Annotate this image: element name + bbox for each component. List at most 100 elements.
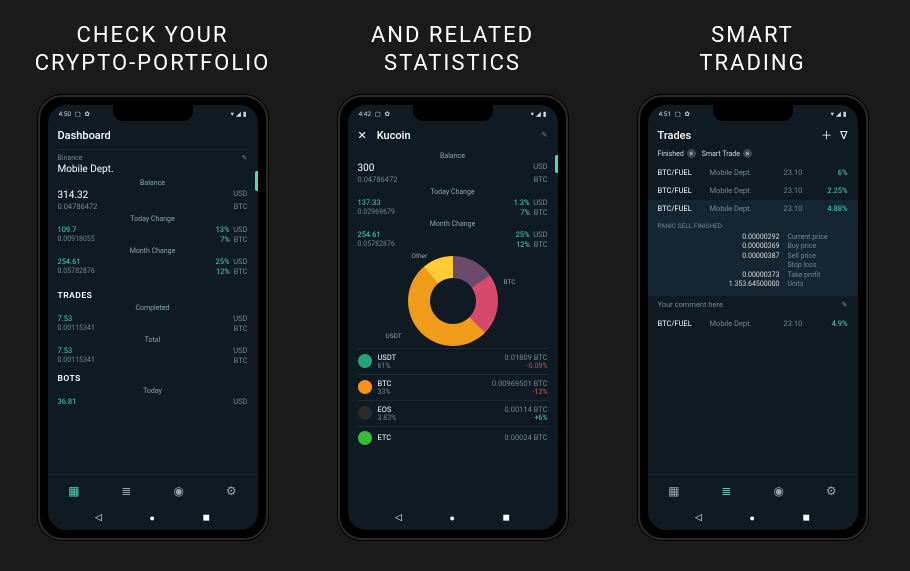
nav-dashboard-icon[interactable]: ▦ — [667, 484, 681, 498]
detail-value: 0.00000292 — [710, 233, 780, 242]
battery-icon: ▮ — [843, 110, 847, 118]
trade-pair: BTC/FUEL — [658, 186, 710, 195]
trade-date: 23.10 — [784, 186, 814, 195]
coin-share: 33% — [378, 388, 492, 396]
coin-row[interactable]: USDT61% 0.01809 BTC-0.09% — [358, 348, 548, 374]
coin-value: 0.00114 BTC — [505, 405, 548, 414]
title-bar: ✕ Kucoin ✎ — [348, 121, 558, 149]
chip-finished[interactable]: Finished× — [658, 149, 696, 158]
recents-icon[interactable]: ◼ — [802, 513, 809, 523]
wifi-icon: ▾ — [831, 110, 834, 118]
settings-status-icon: ✿ — [84, 110, 89, 118]
balance-header: Balance — [58, 179, 248, 187]
caption-2: AND RELATED STATISTICS — [371, 22, 534, 77]
trade-row[interactable]: BTC/FUEL Mobile Dept. 23.10 4.9% — [658, 315, 848, 333]
recents-icon[interactable]: ◼ — [502, 513, 509, 523]
signal-icon: ◢ — [836, 110, 841, 118]
trade-pct: 4.9% — [814, 319, 848, 328]
home-icon[interactable]: ● — [149, 513, 154, 524]
bots-today-header: Today — [58, 387, 248, 395]
stats-content[interactable]: Balance 300USD 0.04786472BTC Today Chang… — [348, 149, 558, 506]
edit-icon[interactable]: ✎ — [841, 300, 847, 309]
trade-date: 23.10 — [784, 168, 814, 177]
close-icon[interactable]: ✕ — [358, 129, 367, 142]
phone-frame-3: 4:51 ▢ ✿ ▾◢▮ Trades ＋ ∇ Finished× Smart … — [638, 95, 868, 540]
nav-bot-icon[interactable]: ◉ — [772, 484, 786, 498]
coin-row[interactable]: EOS3.83% 0.00114 BTC+6% — [358, 400, 548, 426]
add-icon[interactable]: ＋ — [821, 127, 832, 143]
today-usd: 109.7 — [58, 225, 77, 235]
back-icon[interactable]: ◁ — [395, 513, 402, 523]
balance-btc: 0.04786472 — [58, 202, 98, 212]
coin-value: 0.00969501 BTC — [492, 379, 548, 388]
edit-icon[interactable]: ✎ — [242, 154, 248, 163]
trade-account: Mobile Dept. — [710, 319, 784, 328]
coin-icon — [358, 406, 372, 420]
nav-dashboard-icon[interactable]: ▦ — [67, 484, 81, 498]
wifi-icon: ▾ — [231, 110, 234, 118]
coin-icon — [358, 380, 372, 394]
btc-label: BTC — [234, 202, 248, 212]
usd-lbl5: USD — [233, 346, 247, 356]
coin-row[interactable]: BTC33% 0.00969501 BTC-12% — [358, 374, 548, 400]
signal-icon: ◢ — [536, 110, 541, 118]
cast-icon: ▢ — [675, 110, 681, 118]
detail-value: 0.00000373 — [710, 271, 780, 280]
usd-lbl: USD — [533, 162, 547, 175]
back-icon[interactable]: ◁ — [695, 513, 702, 523]
nav-list-icon[interactable]: ≣ — [119, 484, 133, 498]
month-btc: 0.05782876 — [58, 267, 95, 277]
chip-close-icon[interactable]: × — [687, 149, 696, 158]
nav-list-icon[interactable]: ≣ — [719, 484, 733, 498]
comment-row[interactable]: Your comment here ✎ — [658, 296, 848, 315]
home-icon[interactable]: ● — [749, 513, 754, 524]
trade-row[interactable]: BTC/FUEL Mobile Dept. 23.10 4.88% — [648, 200, 858, 218]
android-nav: ◁ ● ◼ — [348, 506, 558, 530]
usd-lbl3: USD — [233, 257, 247, 266]
trades-content[interactable]: Finished× Smart Trade× BTC/FUEL Mobile D… — [648, 149, 858, 474]
title-bar: Trades ＋ ∇ — [648, 121, 858, 149]
chip-close-icon[interactable]: × — [743, 149, 752, 158]
home-icon[interactable]: ● — [449, 513, 454, 524]
promo-panel-2: AND RELATED STATISTICS 4:42 ▢ ✿ ▾◢▮ ✕ Ku… — [330, 0, 575, 571]
battery-icon: ▮ — [243, 110, 247, 118]
wifi-icon: ▾ — [531, 110, 534, 118]
month-change-header: Month Change — [58, 247, 248, 255]
notch — [413, 105, 493, 121]
edit-icon[interactable]: ✎ — [542, 131, 548, 139]
donut-label-btc: BTC — [504, 278, 516, 286]
promo-panel-1: CHECK YOUR CRYPTO-PORTFOLIO 4:50 ▢ ✿ ▾◢▮… — [30, 0, 275, 571]
filter-chips: Finished× Smart Trade× — [658, 149, 848, 158]
usd-lbl3: USD — [533, 230, 547, 239]
filter-icon[interactable]: ∇ — [840, 129, 847, 142]
allocation-donut: Other BTC USDT — [408, 256, 498, 346]
promo-panel-3: SMART TRADING 4:51 ▢ ✿ ▾◢▮ Trades ＋ ∇ Fi… — [630, 0, 875, 571]
accent-indicator — [555, 155, 558, 173]
android-nav: ◁ ● ◼ — [648, 506, 858, 530]
detail-value: 0.00000387 — [710, 252, 780, 261]
today-usd: 137.33 — [358, 198, 381, 208]
coin-share: 3.83% — [378, 414, 505, 422]
bottom-nav: ▦ ≣ ◉ ⚙ — [648, 474, 858, 506]
today-usd-pct: 13% — [216, 225, 230, 234]
status-time: 4:42 — [359, 110, 372, 118]
trade-row[interactable]: BTC/FUEL Mobile Dept. 23.10 6% — [658, 164, 848, 182]
balance-btc: 0.04786472 — [358, 175, 398, 185]
account-card[interactable]: Binance ✎ Mobile Dept. Balance 314.32USD… — [58, 149, 248, 283]
coin-symbol: EOS — [378, 405, 505, 414]
bots-usd: 36.81 — [58, 397, 77, 407]
chip-smart-trade[interactable]: Smart Trade× — [702, 149, 752, 158]
nav-settings-icon[interactable]: ⚙ — [224, 484, 238, 498]
coin-row[interactable]: ETC 0.00024 BTC — [358, 426, 548, 449]
chip-smart-label: Smart Trade — [702, 150, 740, 158]
comment-placeholder: Your comment here — [658, 300, 723, 309]
detail-label: Buy price — [788, 242, 848, 251]
caption-3-line2: TRADING — [699, 50, 805, 78]
recents-icon[interactable]: ◼ — [202, 513, 209, 523]
settings-status-icon: ✿ — [684, 110, 689, 118]
dashboard-content[interactable]: Binance ✎ Mobile Dept. Balance 314.32USD… — [48, 149, 258, 474]
nav-settings-icon[interactable]: ⚙ — [824, 484, 838, 498]
back-icon[interactable]: ◁ — [95, 513, 102, 523]
nav-bot-icon[interactable]: ◉ — [172, 484, 186, 498]
trade-row[interactable]: BTC/FUEL Mobile Dept. 23.10 2.25% — [658, 182, 848, 200]
